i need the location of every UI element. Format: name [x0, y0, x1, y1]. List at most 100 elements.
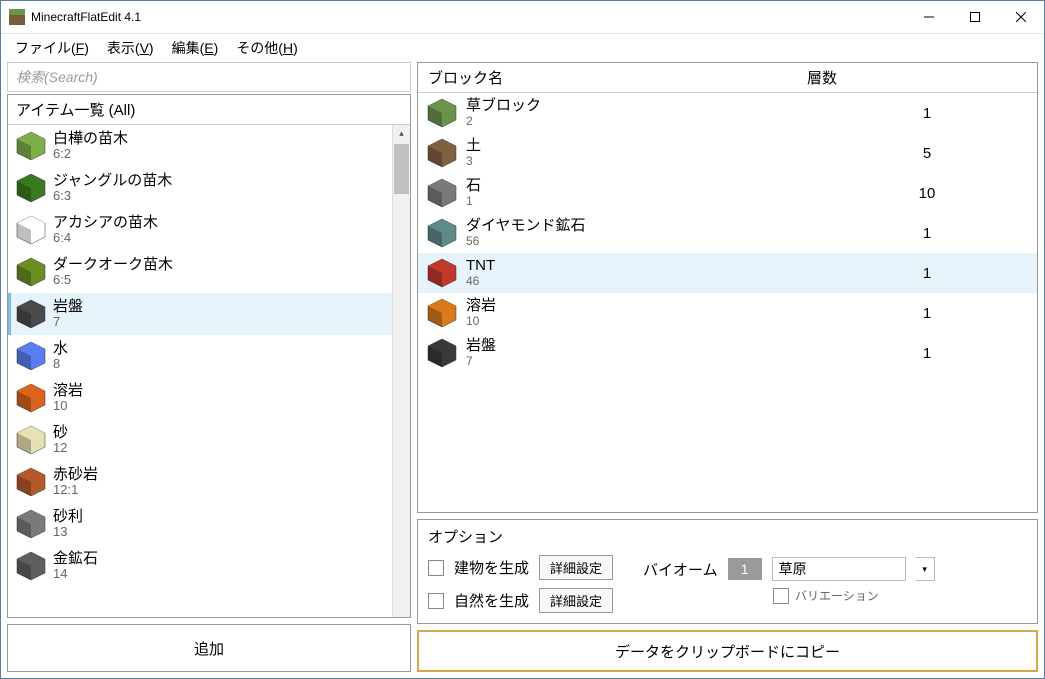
item-name: 砂利 — [53, 508, 83, 525]
block-icon — [15, 424, 47, 456]
app-icon — [9, 9, 25, 25]
item-id: 13 — [53, 525, 83, 540]
menu-view[interactable]: 表示(V) — [107, 38, 154, 58]
col-layers: 層数 — [797, 63, 1037, 92]
item-name: 金鉱石 — [53, 550, 98, 567]
maximize-button[interactable] — [952, 2, 998, 32]
block-icon — [426, 177, 458, 209]
block-name: 岩盤 — [466, 338, 496, 355]
block-icon — [15, 340, 47, 372]
scrollbar[interactable]: ▴ — [392, 125, 410, 617]
maximize-icon — [970, 12, 980, 22]
layer-count: 1 — [817, 305, 1037, 322]
layer-count: 1 — [817, 225, 1037, 242]
table-row[interactable]: TNT46 1 — [418, 253, 1037, 293]
item-id: 6:4 — [53, 231, 158, 246]
layer-count: 1 — [817, 345, 1037, 362]
layer-count: 1 — [817, 105, 1037, 122]
list-item[interactable]: 白樺の苗木6:2 — [8, 125, 392, 167]
layer-count: 5 — [817, 145, 1037, 162]
search-input[interactable]: 検索(Search) — [7, 62, 411, 92]
scroll-thumb[interactable] — [394, 144, 409, 194]
item-id: 14 — [53, 567, 98, 582]
block-icon — [426, 137, 458, 169]
scroll-up-icon[interactable]: ▴ — [393, 125, 410, 142]
checkbox-variation[interactable] — [773, 588, 789, 604]
window-title: MinecraftFlatEdit 4.1 — [31, 10, 141, 24]
block-id: 10 — [466, 314, 496, 328]
block-icon — [426, 97, 458, 129]
list-item[interactable]: アカシアの苗木6:4 — [8, 209, 392, 251]
label-buildings: 建物を生成 — [454, 557, 529, 578]
block-name: TNT — [466, 258, 495, 275]
biome-select[interactable]: 草原 — [772, 557, 906, 581]
item-name: 砂 — [53, 424, 68, 441]
block-name: 溶岩 — [466, 298, 496, 315]
item-id: 6:5 — [53, 273, 173, 288]
checkbox-nature[interactable] — [428, 593, 444, 609]
block-id: 7 — [466, 354, 496, 368]
menu-file[interactable]: ファイル(F) — [15, 38, 89, 58]
block-id: 46 — [466, 274, 495, 288]
block-icon — [426, 257, 458, 289]
layer-count: 1 — [817, 265, 1037, 282]
close-icon — [1016, 12, 1026, 22]
block-icon — [426, 337, 458, 369]
block-id: 3 — [466, 154, 481, 168]
list-item[interactable]: 赤砂岩12:1 — [8, 461, 392, 503]
table-header: ブロック名 層数 — [418, 63, 1037, 93]
item-name: 水 — [53, 340, 68, 357]
block-icon — [426, 297, 458, 329]
block-icon — [15, 172, 47, 204]
list-item[interactable]: 金鉱石14 — [8, 545, 392, 587]
list-item[interactable]: ダークオーク苗木6:5 — [8, 251, 392, 293]
copy-button[interactable]: データをクリップボードにコピー — [417, 630, 1038, 672]
table-row[interactable]: 岩盤7 1 — [418, 333, 1037, 373]
detail-buildings-button[interactable]: 詳細設定 — [539, 555, 613, 580]
block-table-body[interactable]: 草ブロック21土35石110ダイヤモンド鉱石561TNT461溶岩101岩盤71 — [418, 93, 1037, 512]
block-icon — [15, 508, 47, 540]
block-id: 56 — [466, 234, 586, 248]
table-row[interactable]: 草ブロック2 1 — [418, 93, 1037, 133]
block-icon — [15, 256, 47, 288]
item-name: アカシアの苗木 — [53, 214, 158, 231]
table-row[interactable]: ダイヤモンド鉱石561 — [418, 213, 1037, 253]
item-id: 8 — [53, 357, 68, 372]
minimize-button[interactable] — [906, 2, 952, 32]
label-nature: 自然を生成 — [454, 590, 529, 611]
item-id: 7 — [53, 315, 83, 330]
layer-count: 10 — [817, 185, 1037, 202]
menu-other[interactable]: その他(H) — [236, 38, 297, 58]
block-icon — [15, 130, 47, 162]
titlebar: MinecraftFlatEdit 4.1 — [1, 1, 1044, 34]
block-id: 1 — [466, 194, 481, 208]
list-item[interactable]: ジャングルの苗木6:3 — [8, 167, 392, 209]
block-name: 草ブロック — [466, 98, 541, 115]
table-row[interactable]: 溶岩10 1 — [418, 293, 1037, 333]
item-name: 溶岩 — [53, 382, 83, 399]
table-row[interactable]: 石1 10 — [418, 173, 1037, 213]
chevron-down-icon[interactable]: ▾ — [916, 557, 935, 581]
block-name: 石 — [466, 178, 481, 195]
list-item[interactable]: 砂利13 — [8, 503, 392, 545]
block-name: 土 — [466, 138, 481, 155]
list-item[interactable]: 溶岩10 — [8, 377, 392, 419]
biome-number: 1 — [728, 558, 762, 580]
block-icon — [15, 466, 47, 498]
item-list[interactable]: 白樺の苗木6:2ジャングルの苗木6:3アカシアの苗木6:4ダークオーク苗木6:5… — [8, 125, 392, 617]
block-icon — [15, 382, 47, 414]
menu-edit[interactable]: 編集(E) — [172, 38, 219, 58]
item-id: 12 — [53, 441, 68, 456]
detail-nature-button[interactable]: 詳細設定 — [539, 588, 613, 613]
add-button[interactable]: 追加 — [7, 624, 411, 672]
list-item[interactable]: 水8 — [8, 335, 392, 377]
table-row[interactable]: 土3 5 — [418, 133, 1037, 173]
list-item[interactable]: 岩盤7 — [8, 293, 392, 335]
list-item[interactable]: 砂12 — [8, 419, 392, 461]
close-button[interactable] — [998, 2, 1044, 32]
checkbox-buildings[interactable] — [428, 560, 444, 576]
label-variation: バリエーション — [795, 587, 879, 604]
menubar: ファイル(F) 表示(V) 編集(E) その他(H) — [1, 34, 1044, 62]
block-id: 2 — [466, 114, 541, 128]
block-icon — [426, 217, 458, 249]
